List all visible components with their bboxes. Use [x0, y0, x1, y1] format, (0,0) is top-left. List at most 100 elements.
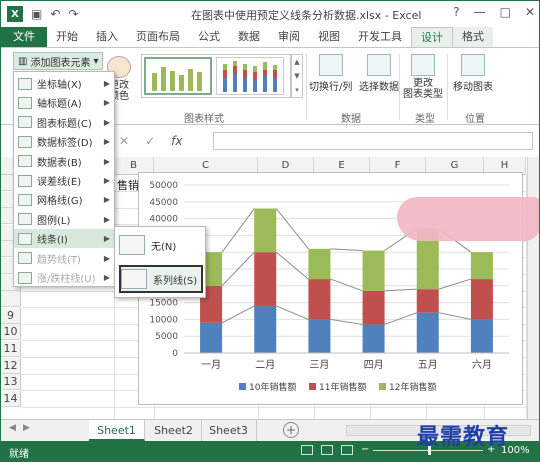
chevron-right-icon: ▶ — [103, 98, 110, 108]
normal-view-icon[interactable] — [301, 445, 313, 455]
menu-item-label: 数据标签(D) — [37, 138, 93, 150]
data-group-label: 数据 — [341, 114, 361, 125]
bar-5-2 — [470, 252, 493, 280]
enter-icon[interactable]: ✓ — [145, 134, 155, 148]
series-line — [438, 312, 472, 320]
x-tick-label: 三月 — [309, 359, 329, 371]
tab-9[interactable]: 设计 — [411, 27, 453, 47]
chart-type-icon — [411, 54, 435, 76]
sheet-tab-2[interactable]: Sheet2 — [146, 420, 202, 441]
series-line — [221, 208, 255, 253]
decorative-blob — [397, 197, 539, 241]
sheet-tab-1[interactable]: Sheet1 — [89, 420, 145, 441]
page-break-view-icon[interactable] — [341, 445, 353, 455]
gallery-scroll[interactable]: ▲ ▼ ▾ — [291, 54, 303, 98]
x-tick-label: 二月 — [255, 359, 275, 371]
menu-item-1[interactable]: 轴标题(A) ▶ — [14, 93, 114, 112]
tab-6[interactable]: 审阅 — [269, 27, 309, 47]
move-chart-icon — [461, 54, 485, 76]
page-layout-view-icon[interactable] — [321, 445, 333, 455]
chevron-down-icon: ▾ — [93, 55, 99, 67]
move-chart-button[interactable]: 移动图表 — [453, 54, 493, 93]
chart-style-2[interactable] — [216, 57, 284, 95]
menu-item-5[interactable]: 误差线(E) ▶ — [14, 171, 114, 190]
cancel-icon[interactable]: ✕ — [119, 134, 129, 148]
series-line — [221, 305, 255, 324]
chevron-right-icon: ▶ — [103, 117, 110, 127]
add-chart-element-label: 添加图表元素 — [30, 57, 91, 69]
move-chart-label: 移动图表 — [453, 82, 493, 93]
menu-item-0[interactable]: 坐标轴(X) ▶ — [14, 74, 114, 93]
tab-0[interactable]: 文件 — [1, 27, 47, 47]
menu-item-6[interactable]: 网格线(G) ▶ — [14, 190, 114, 209]
row-header[interactable]: 12 — [1, 357, 21, 374]
minimize-button[interactable]: — — [474, 5, 486, 19]
row-header[interactable] — [1, 291, 21, 308]
help-button[interactable]: ? — [453, 5, 459, 19]
y-tick-label: 0 — [172, 349, 178, 359]
tab-3[interactable]: 页面布局 — [127, 27, 189, 47]
change-chart-type-button[interactable]: 更改 图表类型 — [403, 54, 443, 100]
add-chart-element-button[interactable]: ▥ 添加图表元素 ▾ — [13, 52, 104, 70]
y-tick-label: 50000 — [149, 181, 178, 191]
tab-5[interactable]: 数据 — [229, 27, 269, 47]
tab-1[interactable]: 开始 — [47, 27, 87, 47]
y-tick-label: 10000 — [149, 315, 178, 325]
lines-option-0[interactable]: 无(N) — [119, 231, 203, 259]
undo-icon[interactable]: ↶ — [50, 7, 60, 21]
menu-item-7[interactable]: 图例(L) ▶ — [14, 210, 114, 229]
function-icon[interactable]: fx — [171, 134, 182, 148]
x-tick-label: 四月 — [364, 359, 384, 371]
menu-item-2[interactable]: 图表标题(C) ▶ — [14, 113, 114, 132]
menu-item-icon — [18, 155, 32, 168]
chevron-right-icon: ▶ — [103, 137, 110, 147]
legend-entry: 12年销售额 — [389, 381, 436, 393]
save-icon[interactable]: ▣ — [31, 7, 42, 21]
row-header[interactable]: 14 — [1, 390, 21, 407]
cell-text[interactable]: 售销 — [117, 177, 139, 193]
x-tick-label: 一月 — [201, 359, 221, 371]
tab-8[interactable]: 开发工具 — [349, 27, 411, 47]
add-sheet-button[interactable]: + — [283, 422, 299, 438]
tab-2[interactable]: 插入 — [87, 27, 127, 47]
zoom-out-button[interactable]: − — [361, 444, 369, 455]
menu-item-icon — [18, 213, 32, 226]
bar-1-0 — [254, 305, 277, 353]
x-tick-label: 五月 — [418, 359, 438, 371]
gridline — [21, 406, 526, 408]
chevron-down-icon[interactable]: ▼ — [294, 72, 299, 80]
redo-icon[interactable]: ↷ — [68, 7, 78, 21]
tab-7[interactable]: 视图 — [309, 27, 349, 47]
row-header[interactable]: 9 — [1, 307, 21, 324]
chart-style-1[interactable] — [144, 57, 212, 95]
bar-3-0 — [362, 324, 385, 353]
menu-item-icon — [18, 193, 32, 206]
close-button[interactable]: ✕ — [525, 5, 535, 19]
row-header[interactable]: 11 — [1, 341, 21, 357]
menu-item-3[interactable]: 数据标签(D) ▶ — [14, 132, 114, 151]
series-line — [275, 251, 309, 280]
chevron-up-icon[interactable]: ▲ — [294, 58, 299, 66]
group-divider — [447, 54, 448, 120]
tab-10[interactable]: 格式 — [453, 27, 493, 47]
menu-item-4[interactable]: 数据表(B) ▶ — [14, 152, 114, 171]
lines-option-1[interactable]: 系列线(S) — [119, 265, 203, 293]
sheet-tab-3[interactable]: Sheet3 — [201, 420, 257, 441]
chevron-right-icon: ▶ — [103, 79, 110, 88]
select-data-button[interactable]: 选择数据 — [359, 54, 399, 93]
row-header[interactable]: 10 — [1, 324, 21, 341]
menu-item-icon — [18, 135, 32, 148]
watermark-logo: 最需教育 — [417, 424, 510, 450]
title-bar: X ▣ ↶ ↷ 在图表中使用预定义线条分析数据.xlsx - Excel ? —… — [1, 1, 539, 27]
menu-item-8[interactable]: 线条(I) ▶ — [14, 229, 114, 249]
formula-input[interactable] — [213, 132, 533, 150]
next-sheet-icon[interactable]: ▶ — [23, 423, 30, 433]
more-icon[interactable]: ▾ — [295, 86, 299, 94]
bar-2-1 — [308, 279, 331, 320]
switch-row-column-button[interactable]: 切换行/列 — [309, 54, 352, 93]
chart-styles-gallery[interactable] — [141, 54, 291, 98]
tab-4[interactable]: 公式 — [189, 27, 229, 47]
prev-sheet-icon[interactable]: ◀ — [9, 423, 16, 433]
row-header[interactable]: 13 — [1, 374, 21, 391]
restore-button[interactable]: □ — [500, 5, 511, 19]
